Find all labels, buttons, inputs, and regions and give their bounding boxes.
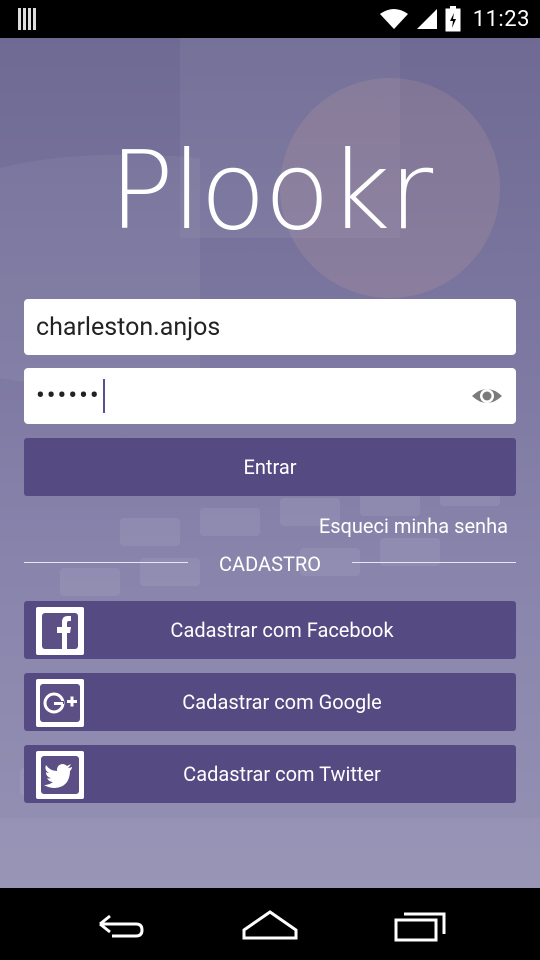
home-icon[interactable] (240, 904, 300, 944)
back-icon[interactable] (90, 904, 150, 944)
twitter-signup-button[interactable]: Cadastrar com Twitter (24, 745, 516, 803)
google-signup-button[interactable]: Cadastrar com Google (24, 673, 516, 731)
login-screen: Plookr charleston.anjos •••••• Entrar Es… (0, 38, 540, 888)
twitter-label: Cadastrar com Twitter (183, 762, 381, 786)
login-button[interactable]: Entrar (24, 438, 516, 496)
username-field[interactable]: charleston.anjos (24, 299, 516, 355)
signup-section-label: CADASTRO (219, 552, 321, 576)
signal-icon (416, 9, 437, 29)
password-field[interactable]: •••••• (24, 368, 516, 424)
wifi-icon (379, 9, 408, 29)
status-icons: 11:23 (379, 0, 530, 38)
facebook-signup-button[interactable]: Cadastrar com Facebook (24, 601, 516, 659)
sim-icon (18, 8, 36, 30)
battery-icon (445, 6, 461, 32)
password-value: •••••• (36, 381, 101, 411)
google-label: Cadastrar com Google (182, 690, 382, 714)
username-value: charleston.anjos (36, 312, 221, 342)
status-bar: 11:23 (0, 0, 540, 38)
twitter-icon (36, 751, 84, 799)
eye-icon[interactable] (470, 382, 504, 410)
forgot-password-link[interactable]: Esqueci minha senha (319, 514, 508, 538)
facebook-icon (36, 607, 84, 655)
app-logo: Plookr (108, 129, 433, 254)
status-time: 11:23 (472, 6, 530, 32)
facebook-label: Cadastrar com Facebook (170, 618, 394, 642)
recents-icon[interactable] (392, 904, 452, 944)
text-cursor (102, 379, 105, 413)
navigation-bar (0, 888, 540, 960)
google-plus-icon (36, 679, 84, 727)
